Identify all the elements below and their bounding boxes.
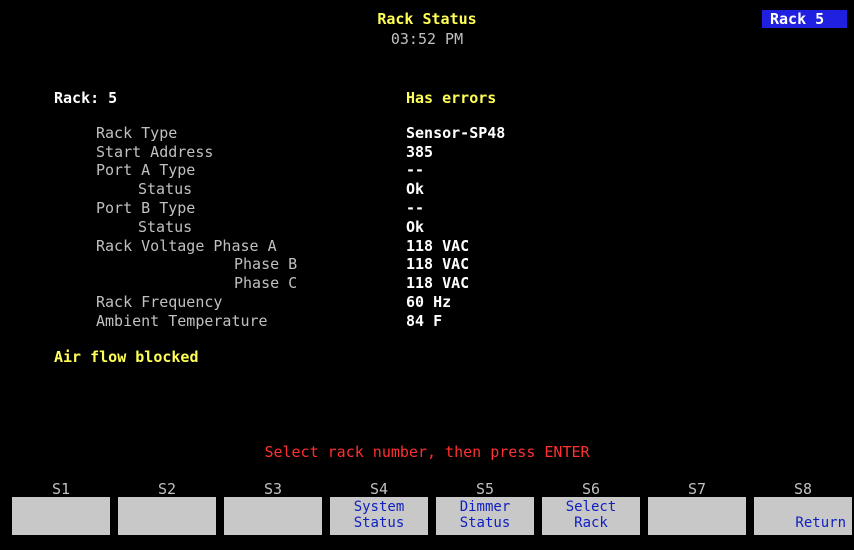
softkey-s1-line2 — [12, 515, 110, 531]
softkey-number-s1: S1 — [51, 480, 71, 498]
field-value-start-address: 385 — [406, 143, 434, 161]
field-value-voltage-phase-a: 118 VAC — [406, 237, 470, 255]
field-value-voltage-phase-c: 118 VAC — [406, 274, 470, 292]
softkey-number-s8: S8 — [793, 480, 813, 498]
field-label-port-b-type: Port B Type — [96, 199, 196, 217]
clock-time: 03:52 PM — [390, 30, 464, 48]
softkey-s3-line1 — [224, 499, 322, 515]
field-label-voltage-phase-c: Phase C — [234, 274, 298, 292]
field-label-port-b-status: Status — [138, 218, 193, 236]
command-prompt: Select rack number, then press ENTER — [264, 443, 590, 461]
softkey-s8-line2: Return — [795, 515, 846, 531]
field-label-voltage-phase-a: Rack Voltage Phase A — [96, 237, 277, 255]
field-label-port-a-type: Port A Type — [96, 161, 196, 179]
field-value-voltage-phase-b: 118 VAC — [406, 255, 470, 273]
softkey-dimmer-status-button[interactable]: Dimmer Status — [436, 497, 534, 535]
softkey-select-rack-button[interactable]: Select Rack — [542, 497, 640, 535]
softkey-s6-line1: Select — [565, 499, 617, 515]
field-label-voltage-phase-b: Phase B — [234, 255, 298, 273]
rack-label: Rack: 5 — [54, 89, 118, 107]
field-value-ambient-temperature: 84 F — [406, 312, 443, 330]
softkey-system-status-button[interactable]: System Status — [330, 497, 428, 535]
field-label-rack-frequency: Rack Frequency — [96, 293, 223, 311]
softkey-s2-button[interactable] — [118, 497, 216, 535]
field-value-port-a-type: -- — [406, 161, 425, 179]
softkey-s7-button[interactable] — [648, 497, 746, 535]
field-label-ambient-temperature: Ambient Temperature — [96, 312, 268, 330]
softkey-s2-line2 — [118, 515, 216, 531]
softkey-s1-line1 — [12, 499, 110, 515]
softkey-s6-line2: Rack — [574, 515, 608, 531]
softkey-number-s4: S4 — [369, 480, 389, 498]
softkey-return-button[interactable]: Return — [754, 497, 852, 535]
softkey-s5-line1: Dimmer — [459, 499, 511, 515]
field-value-port-b-type: -- — [406, 199, 425, 217]
field-value-rack-frequency: 60 Hz — [406, 293, 452, 311]
softkey-s5-line2: Status — [459, 515, 511, 531]
softkey-s1-button[interactable] — [12, 497, 110, 535]
softkey-number-s2: S2 — [157, 480, 177, 498]
field-label-start-address: Start Address — [96, 143, 214, 161]
softkey-s4-line1: System — [353, 499, 405, 515]
rack-badge: Rack 5 — [762, 10, 847, 28]
softkey-number-s5: S5 — [475, 480, 495, 498]
softkey-s7-line2 — [648, 515, 746, 531]
rack-state: Has errors — [406, 89, 497, 107]
softkey-number-s6: S6 — [581, 480, 601, 498]
softkey-s8-line1 — [754, 499, 846, 515]
softkey-number-s3: S3 — [263, 480, 283, 498]
alert-message: Air flow blocked — [54, 348, 199, 366]
softkey-s7-line1 — [648, 499, 746, 515]
softkey-s2-line1 — [118, 499, 216, 515]
field-label-rack-type: Rack Type — [96, 124, 178, 142]
softkey-s3-line2 — [224, 515, 322, 531]
field-value-port-a-status: Ok — [406, 180, 425, 198]
softkey-s3-button[interactable] — [224, 497, 322, 535]
softkey-s4-line2: Status — [353, 515, 405, 531]
field-label-port-a-status: Status — [138, 180, 193, 198]
field-value-rack-type: Sensor-SP48 — [406, 124, 506, 142]
screen-title: Rack Status — [377, 10, 477, 28]
softkey-number-s7: S7 — [687, 480, 707, 498]
field-value-port-b-status: Ok — [406, 218, 425, 236]
